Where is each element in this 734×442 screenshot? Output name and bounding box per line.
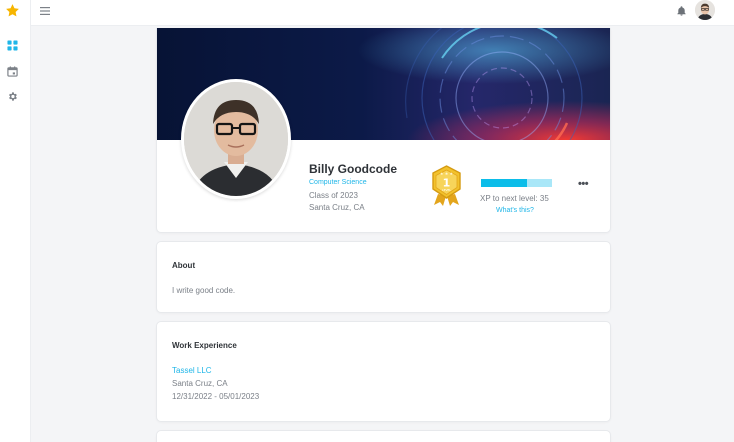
work-experience-title: Work Experience [172,341,237,350]
work-location: Santa Cruz, CA [172,379,228,388]
about-title: About [172,261,196,270]
top-bar [31,0,734,26]
profile-card: Billy Goodcode Computer Science Class of… [156,28,611,233]
bell-icon[interactable] [676,5,687,17]
next-section-card [156,430,611,442]
star-icon[interactable] [5,3,20,18]
svg-text:★ ★ ★: ★ ★ ★ [440,171,454,176]
company-link[interactable]: Tassel LLC [172,366,212,375]
more-options-button[interactable]: ••• [578,179,589,190]
work-dates: 12/31/2022 - 05/01/2023 [172,392,260,401]
gear-icon[interactable] [7,91,18,102]
user-avatar[interactable] [695,0,715,20]
xp-progress-bar [481,179,552,187]
hamburger-icon[interactable] [40,6,51,16]
dashboard-icon[interactable] [7,40,18,51]
sidebar [0,0,31,442]
profile-photo [181,79,291,199]
xp-to-next-level: XP to next level: 35 [480,194,549,203]
work-experience-card: Work Experience Tassel LLC Santa Cruz, C… [156,321,611,422]
about-text: I write good code. [172,286,236,295]
level-badge-icon: ★ ★ ★ 1 LEVEL [432,165,461,206]
profile-major-link[interactable]: Computer Science [309,179,367,186]
profile-location: Santa Cruz, CA [309,203,365,212]
profile-name: Billy Goodcode [309,162,398,176]
about-card: About I write good code. [156,241,611,313]
xp-progress-fill [481,179,528,187]
profile-class-of: Class of 2023 [309,191,358,200]
level-label: LEVEL [442,188,452,192]
calendar-icon[interactable] [7,66,18,77]
whats-this-link[interactable]: What's this? [496,207,534,214]
